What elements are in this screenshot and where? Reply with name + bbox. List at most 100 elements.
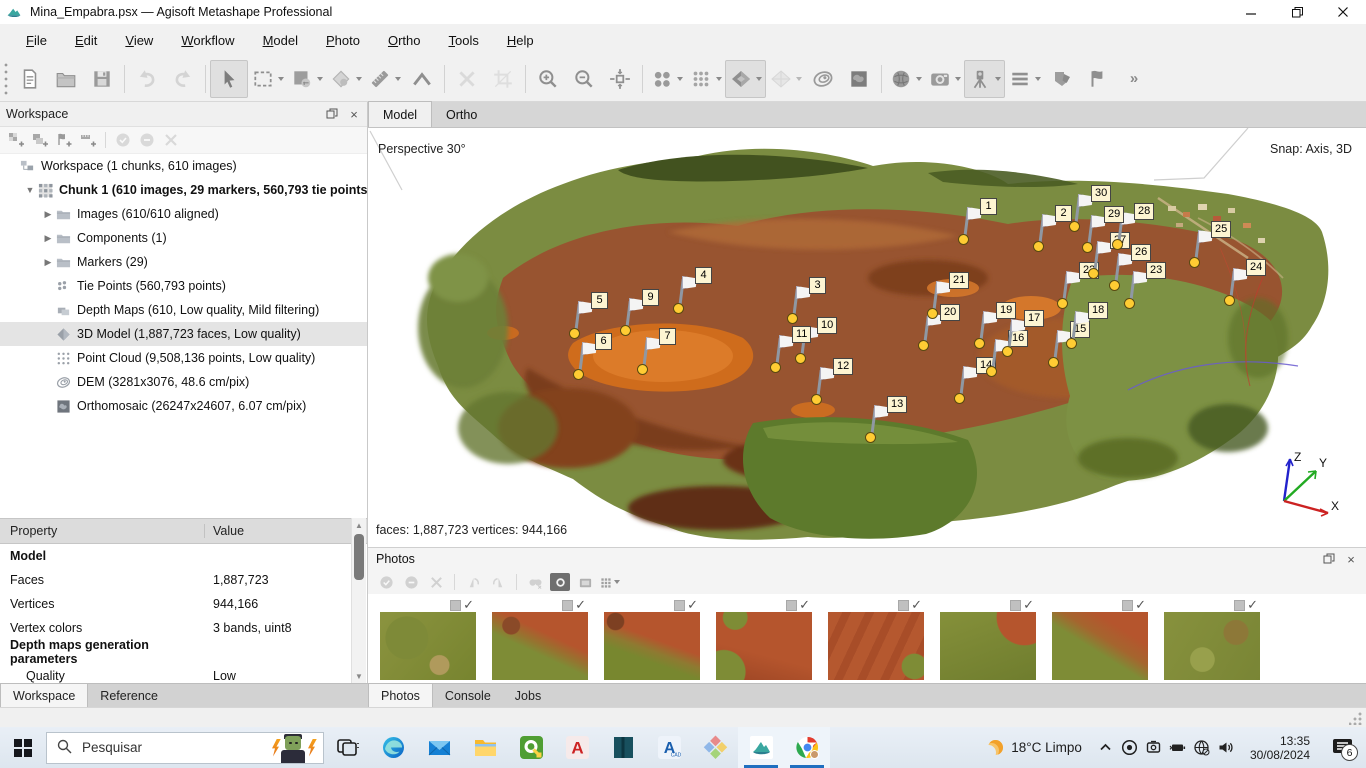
marker-point[interactable] [927,308,938,319]
overflow-button[interactable]: » [1116,61,1152,97]
dropdown-arrow-icon[interactable] [716,77,722,81]
new-document-button[interactable] [12,61,48,97]
tree-item-tie-points[interactable]: Tie Points (560,793 points) [0,274,367,298]
tie-points-view-button[interactable] [647,61,686,97]
taskbar-teal-app-app[interactable] [600,727,646,768]
tray-screen-cast-icon[interactable] [1142,727,1166,768]
dropdown-arrow-icon[interactable] [677,77,683,81]
photo-image[interactable] [604,612,700,680]
photo-image[interactable] [492,612,588,680]
marker-point[interactable] [958,234,969,245]
tree-item-point-cloud[interactable]: Point Cloud (9,508,136 points, Low quali… [0,346,367,370]
search-doodle-frankenstein[interactable] [263,733,321,764]
tree-item-chunk-1[interactable]: ▼Chunk 1 (610 images, 29 markers, 560,79… [0,178,367,202]
zoom-out-button[interactable] [566,61,602,97]
dropdown-arrow-icon[interactable] [278,77,284,81]
tab-ortho[interactable]: Ortho [432,102,491,127]
close-panel-icon[interactable]: × [1344,552,1358,566]
open-project-button[interactable] [48,61,84,97]
marker-point[interactable] [1057,298,1068,309]
marker-point[interactable] [811,394,822,405]
photo-thumbnail[interactable]: ✓ [940,598,1036,680]
float-panel-icon[interactable] [325,107,339,121]
photo-image[interactable] [828,612,924,680]
dropdown-arrow-icon[interactable] [796,77,802,81]
menu-file[interactable]: File [12,29,61,52]
marker-point[interactable] [787,313,798,324]
marker-point[interactable] [1109,280,1120,291]
add-marker-button[interactable] [54,130,74,150]
dropdown-arrow-icon[interactable] [317,77,323,81]
tree-item-3d-model[interactable]: 3D Model (1,887,723 faces, Low quality) [0,322,367,346]
marker-point[interactable] [1189,257,1200,268]
close-panel-icon[interactable]: × [347,107,361,121]
orthomosaic-view-button[interactable] [841,61,877,97]
photo-thumbnail[interactable]: ✓ [828,598,924,680]
add-chunk-button[interactable] [6,130,26,150]
marker-point[interactable] [795,353,806,364]
dropdown-arrow-icon[interactable] [395,77,401,81]
taskbar-mail-app[interactable] [416,727,462,768]
marker-point[interactable] [770,362,781,373]
tree-expand-icon[interactable]: ▶ [42,209,54,220]
toolbar-grip[interactable] [2,62,10,96]
float-panel-icon[interactable] [1322,552,1336,566]
add-photos-button[interactable] [30,130,50,150]
dropdown-arrow-icon[interactable] [356,77,362,81]
marker-point[interactable] [954,393,965,404]
selection-cursor-button[interactable] [210,60,248,98]
tree-item-workspace[interactable]: Workspace (1 chunks, 610 images) [0,154,367,178]
menu-model[interactable]: Model [249,29,312,52]
dropdown-arrow-icon[interactable] [614,580,620,584]
tree-item-images[interactable]: ▶Images (610/610 aligned) [0,202,367,226]
dropdown-arrow-icon[interactable] [916,77,922,81]
marker-point[interactable] [573,369,584,380]
scroll-up-icon[interactable]: ▲ [352,518,366,532]
menu-help[interactable]: Help [493,29,548,52]
reset-view-button[interactable] [602,61,638,97]
tree-item-depth-maps[interactable]: Depth Maps (610, Low quality, Mild filte… [0,298,367,322]
model-view[interactable]: 1234567910111213141516171819202122232425… [368,128,1366,547]
dropdown-arrow-icon[interactable] [1035,77,1041,81]
dock-tab-workspace[interactable]: Workspace [0,683,88,707]
scrollbar-thumb[interactable] [354,534,364,580]
marker-point[interactable] [1002,346,1013,357]
taskbar-chrome-app[interactable] [784,727,830,768]
tree-item-markers[interactable]: ▶Markers (29) [0,250,367,274]
tray-record-icon[interactable] [1118,727,1142,768]
photo-thumbnail[interactable]: ✓ [604,598,700,680]
dock-tab-console[interactable]: Console [433,684,503,707]
point-cloud-view-button[interactable] [686,61,725,97]
marker-point[interactable] [637,364,648,375]
show-basemap-button[interactable] [886,61,925,97]
show-images-button[interactable] [1044,61,1080,97]
menu-tools[interactable]: Tools [435,29,493,52]
thumbnails-view-button[interactable] [600,573,620,591]
property-scrollbar[interactable]: ▲ ▼ [351,518,366,683]
add-scalebar-button[interactable] [78,130,98,150]
taskbar-metashape-app[interactable] [738,727,784,768]
photo-thumbnail[interactable]: ✓ [1052,598,1148,680]
taskbar-file-explorer-app[interactable] [462,727,508,768]
marker-point[interactable] [986,366,997,377]
taskbar-edge-app[interactable] [370,727,416,768]
marker-point[interactable] [1033,241,1044,252]
taskbar-task-view-button[interactable] [324,727,370,768]
zoom-in-button[interactable] [530,61,566,97]
menu-edit[interactable]: Edit [61,29,111,52]
taskbar-search[interactable]: Pesquisar [46,732,324,764]
navigation-tool-button[interactable] [287,61,326,97]
rectangle-selection-button[interactable] [248,61,287,97]
minimize-button[interactable] [1228,0,1274,24]
marker-point[interactable] [1066,338,1077,349]
tree-collapse-icon[interactable]: ▼ [24,185,36,195]
tray-chevron-up-icon[interactable] [1094,727,1118,768]
taskbar-autocad-app[interactable]: A [554,727,600,768]
photo-image[interactable] [1052,612,1148,680]
taskbar-office-diamond-app[interactable] [692,727,738,768]
tab-model[interactable]: Model [368,101,432,127]
tree-expand-icon[interactable]: ▶ [42,233,54,244]
dock-tab-reference[interactable]: Reference [88,684,170,707]
tree-item-orthomosaic[interactable]: Orthomosaic (26247x24607, 6.07 cm/pix) [0,394,367,418]
model-shaded-view-button[interactable] [725,60,766,98]
